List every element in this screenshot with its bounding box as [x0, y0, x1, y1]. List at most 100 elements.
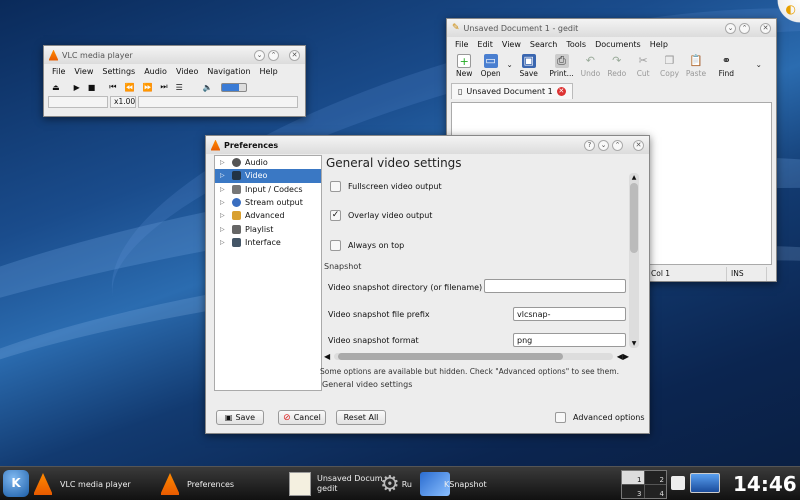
task-run[interactable]: ⚙ Ru	[380, 469, 412, 499]
menu-search[interactable]: Search	[530, 40, 557, 49]
minimize-icon[interactable]: ⌄	[598, 139, 609, 151]
maximize-icon[interactable]: ⌃	[612, 139, 623, 151]
skip-back-icon[interactable]: ⏮	[109, 82, 116, 92]
open-recent-dropdown[interactable]: ⌄	[504, 54, 516, 76]
help-icon[interactable]: ?	[584, 139, 595, 151]
expand-icon[interactable]: ▷	[220, 212, 232, 219]
task-ksnapshot[interactable]: KSnapshot	[420, 469, 487, 499]
menu-navigation[interactable]: Navigation	[207, 67, 250, 76]
forward-icon[interactable]: ⏩	[142, 83, 152, 92]
menu-help[interactable]: Help	[650, 40, 668, 49]
scroll-track[interactable]	[334, 352, 613, 360]
desktop-toolbox-icon[interactable]: ◐	[774, 0, 800, 26]
new-button[interactable]: + New	[451, 54, 477, 78]
scroll-thumb[interactable]	[338, 352, 564, 360]
volume-slider[interactable]	[220, 82, 247, 92]
snapshot-format-select[interactable]: png	[513, 333, 626, 347]
maximize-icon[interactable]: ⌃	[268, 49, 279, 61]
overlay-option[interactable]: ✓ Overlay video output	[330, 210, 432, 221]
advanced-options-checkbox[interactable]	[555, 412, 566, 423]
monitor-icon[interactable]	[690, 473, 720, 493]
tree-item-video[interactable]: ▷ Video	[215, 169, 321, 183]
preferences-titlebar[interactable]: Preferences ? ⌄ ⌃ ✕	[206, 136, 649, 154]
close-icon[interactable]: ✕	[633, 139, 644, 151]
close-icon[interactable]: ✕	[760, 22, 771, 34]
close-icon[interactable]: ✕	[289, 49, 300, 61]
save-button[interactable]: ▣ Save	[216, 410, 264, 425]
rewind-icon[interactable]: ⏪	[124, 83, 134, 92]
menu-video[interactable]: Video	[176, 67, 198, 76]
save-button[interactable]: ▣ Save	[516, 54, 542, 78]
copy-button[interactable]: ❐ Copy	[656, 54, 682, 78]
tree-item-audio[interactable]: ▷ Audio	[215, 156, 321, 169]
chevron-down-icon[interactable]: ▼	[629, 340, 639, 347]
vertical-scrollbar[interactable]: ▲ ▼	[629, 173, 639, 348]
find-button[interactable]: ⚭ Find	[713, 54, 739, 78]
expand-icon[interactable]: ▷	[220, 239, 232, 246]
expand-icon[interactable]: ▷	[220, 172, 232, 179]
print-button[interactable]: ⎙ Print...	[546, 54, 577, 78]
desktop-1[interactable]: 1	[622, 471, 644, 484]
tree-item-input-codecs[interactable]: ▷ Input / Codecs	[215, 183, 321, 196]
fullscreen-option[interactable]: Fullscreen video output	[330, 181, 442, 192]
paste-button[interactable]: 📋 Paste	[683, 54, 709, 78]
tab-unsaved-document-1[interactable]: ▯ Unsaved Document 1 ✕	[451, 83, 573, 99]
menu-audio[interactable]: Audio	[144, 67, 167, 76]
task-preferences[interactable]: Preferences	[161, 469, 234, 499]
tree-item-stream-output[interactable]: ▷ Stream output	[215, 196, 321, 209]
tree-item-interface[interactable]: ▷ Interface	[215, 236, 321, 249]
expand-icon[interactable]: ▷	[220, 159, 232, 166]
maximize-icon[interactable]: ⌃	[739, 22, 750, 34]
task-gedit[interactable]: Unsaved Docum gedit	[289, 469, 383, 499]
gedit-titlebar[interactable]: ✎ Unsaved Document 1 - gedit ⌄ ⌃ ✕	[447, 19, 776, 37]
always-on-top-checkbox[interactable]	[330, 240, 341, 251]
speaker-icon[interactable]: 🔈	[203, 83, 213, 92]
snapshot-prefix-input[interactable]: vlcsnap-	[513, 307, 626, 321]
overlay-checkbox[interactable]: ✓	[330, 210, 341, 221]
menu-documents[interactable]: Documents	[595, 40, 641, 49]
cut-button[interactable]: ✂ Cut	[630, 54, 656, 78]
menu-settings[interactable]: Settings	[102, 67, 135, 76]
toolbar-overflow[interactable]: ⌄	[746, 54, 772, 76]
kde-menu-button[interactable]: K	[3, 470, 29, 497]
menu-help[interactable]: Help	[260, 67, 278, 76]
expand-icon[interactable]: ▷	[220, 199, 232, 206]
menu-file[interactable]: File	[52, 67, 65, 76]
chevron-right-icon[interactable]: ▶	[623, 352, 629, 361]
playlist-icon[interactable]: ☰	[176, 83, 183, 92]
close-icon[interactable]: ✕	[556, 87, 566, 96]
minimize-icon[interactable]: ⌄	[254, 49, 265, 61]
clock[interactable]: 14:46	[733, 472, 797, 496]
scroll-thumb[interactable]	[630, 183, 638, 253]
redo-button[interactable]: ↷ Redo	[604, 54, 630, 78]
undo-button[interactable]: ↶ Undo	[577, 54, 603, 78]
menu-view[interactable]: View	[74, 67, 93, 76]
play-icon[interactable]: ▶	[74, 83, 80, 92]
cancel-button[interactable]: ⊘ Cancel	[278, 410, 326, 425]
open-button[interactable]: ▭ Open	[477, 54, 503, 78]
expand-icon[interactable]: ▷	[220, 186, 232, 193]
desktop-2[interactable]: 2	[644, 471, 666, 484]
expand-icon[interactable]: ▷	[220, 226, 232, 233]
skip-forward-icon[interactable]: ⏭	[160, 82, 167, 92]
tree-item-advanced[interactable]: ▷ Advanced	[215, 209, 321, 222]
snapshot-dir-input[interactable]	[484, 279, 626, 293]
menu-view[interactable]: View	[502, 40, 521, 49]
reset-all-button[interactable]: Reset All	[336, 410, 386, 425]
stop-icon[interactable]: ■	[88, 83, 96, 92]
menu-file[interactable]: File	[455, 40, 468, 49]
minimize-icon[interactable]: ⌄	[725, 22, 736, 34]
fullscreen-checkbox[interactable]	[330, 181, 341, 192]
task-vlc[interactable]: VLC media player	[34, 469, 131, 499]
desktop-4[interactable]: 4	[644, 485, 666, 498]
horizontal-scrollbar[interactable]: ◀ ◀ ▶	[324, 351, 629, 361]
eject-icon[interactable]: ⏏	[52, 83, 60, 92]
advanced-options-toggle[interactable]: Advanced options	[555, 412, 645, 423]
clipboard-icon[interactable]	[671, 476, 685, 490]
menu-tools[interactable]: Tools	[566, 40, 586, 49]
desktop-3[interactable]: 3	[622, 485, 644, 498]
chevron-left-icon[interactable]: ◀	[324, 352, 330, 361]
chevron-up-icon[interactable]: ▲	[629, 174, 639, 181]
vlc-titlebar[interactable]: VLC media player ⌄ ⌃ ✕	[44, 46, 305, 64]
tree-item-playlist[interactable]: ▷ Playlist	[215, 222, 321, 235]
